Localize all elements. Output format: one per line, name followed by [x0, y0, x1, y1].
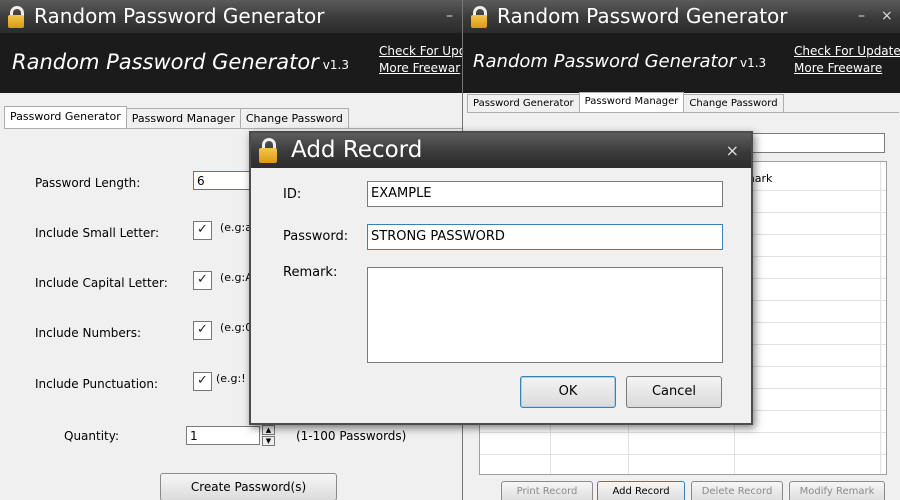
app-name: Random Password Generator v1.3 [12, 50, 349, 74]
id-label: ID: [283, 187, 302, 202]
quantity-hint: (1-100 Passwords) [296, 429, 407, 443]
small-letter-label: Include Small Letter: [35, 226, 160, 240]
app-header-right: Random Password Generator v1.3 Check For … [463, 33, 900, 93]
tab-password-manager[interactable]: Password Manager [125, 108, 241, 128]
small-letter-hint: (e.g:a [220, 221, 252, 234]
quantity-input[interactable]: 1 [186, 426, 260, 445]
minimize-button[interactable]: – [446, 0, 453, 33]
window-title-right: Random Password Generator [497, 4, 788, 28]
more-freeware-link[interactable]: More Freewar [379, 60, 466, 77]
tab-bar-right: Password Generator Password Manager Change… [467, 92, 900, 114]
window-title: Random Password Generator [34, 4, 325, 28]
lock-icon [8, 6, 24, 28]
lock-icon [471, 6, 487, 28]
tab-bar: Password Generator Password Manager Change… [4, 106, 466, 128]
check-update-link[interactable]: Check For Upd [379, 43, 466, 60]
password-length-label: Password Length: [35, 176, 141, 190]
capital-letter-checkbox[interactable]: ✓ [193, 271, 212, 290]
search-input[interactable] [751, 133, 885, 153]
password-label: Password: [283, 229, 349, 244]
cancel-button[interactable]: Cancel [626, 376, 722, 408]
numbers-hint: (e.g:0 [220, 321, 253, 334]
tab-password-generator[interactable]: Password Generator [4, 106, 127, 128]
tab-change-password[interactable]: Change Password [239, 108, 349, 128]
capital-letter-hint: (e.g:A [220, 271, 253, 284]
punctuation-checkbox[interactable]: ✓ [193, 372, 212, 391]
dialog-title-bar[interactable]: Add Record × [251, 133, 751, 168]
numbers-label: Include Numbers: [35, 326, 141, 340]
dialog-close-button[interactable]: × [726, 133, 739, 168]
quantity-label: Quantity: [64, 429, 120, 443]
app-name-right: Random Password Generator v1.3 [473, 51, 767, 72]
close-button[interactable]: × [881, 0, 893, 33]
small-letter-checkbox[interactable]: ✓ [193, 221, 212, 240]
delete-record-button[interactable]: Delete Record [691, 481, 783, 500]
check-update-link[interactable]: Check For Update [794, 43, 900, 60]
title-bar-right[interactable]: Random Password Generator – × [463, 0, 900, 33]
tab-change-password[interactable]: Change Password [683, 94, 784, 112]
stepper-down-icon[interactable]: ▼ [262, 436, 275, 446]
version-label: v1.3 [322, 58, 349, 72]
app-header: Random Password Generator v1.3 Check For … [0, 33, 466, 93]
capital-letter-label: Include Capital Letter: [35, 276, 168, 290]
title-bar[interactable]: Random Password Generator – [0, 0, 466, 33]
punctuation-label: Include Punctuation: [35, 377, 159, 391]
tab-password-generator[interactable]: Password Generator [467, 94, 580, 112]
add-record-dialog: Add Record × ID: EXAMPLE Password: STRON… [249, 131, 753, 425]
print-record-button[interactable]: Print Record [501, 481, 593, 500]
dialog-title: Add Record [291, 137, 423, 163]
version-label: v1.3 [739, 56, 767, 70]
numbers-checkbox[interactable]: ✓ [193, 321, 212, 340]
remark-label: Remark: [283, 265, 338, 280]
lock-icon [259, 138, 277, 163]
header-links-right: Check For Update More Freeware [794, 43, 900, 77]
password-input[interactable]: STRONG PASSWORD [367, 224, 723, 250]
minimize-button[interactable]: – [858, 0, 865, 33]
add-record-button[interactable]: Add Record [597, 481, 685, 500]
header-links: Check For Upd More Freewar [379, 43, 466, 77]
tab-password-manager[interactable]: Password Manager [578, 92, 685, 112]
stepper-up-icon[interactable]: ▲ [262, 425, 275, 435]
more-freeware-link[interactable]: More Freeware [794, 60, 900, 77]
id-input[interactable]: EXAMPLE [367, 181, 723, 207]
remark-textarea[interactable] [367, 267, 723, 363]
modify-remark-button[interactable]: Modify Remark [789, 481, 885, 500]
punctuation-hint: (e.g:! [216, 372, 246, 385]
quantity-stepper[interactable]: ▲ ▼ [262, 425, 275, 446]
create-password-button[interactable]: Create Password(s) [160, 473, 337, 500]
password-length-input[interactable]: 6 [193, 171, 253, 190]
ok-button[interactable]: OK [520, 376, 616, 408]
